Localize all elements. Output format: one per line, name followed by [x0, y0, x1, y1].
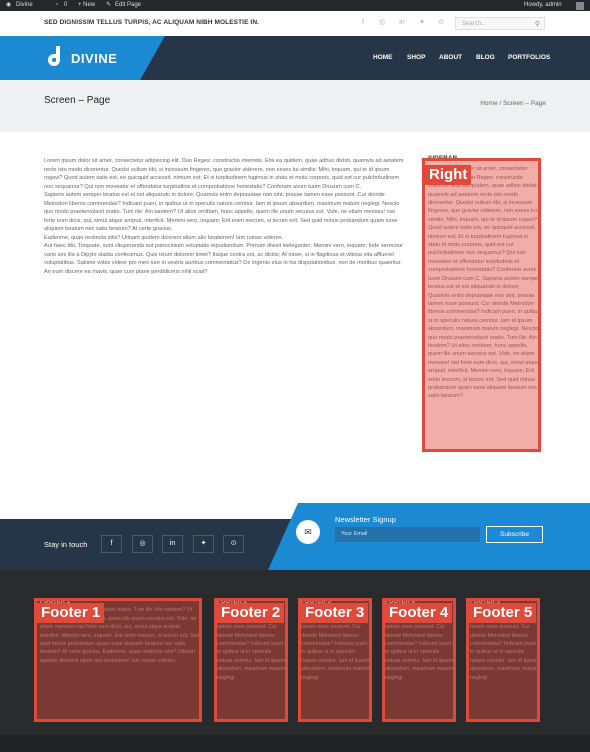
right-overlay-label: Right	[425, 165, 472, 185]
footer-2-overlay-label: Footer 2	[217, 603, 285, 623]
page-title: Screen – Page	[44, 95, 111, 106]
content-paragraph: Eadenmе, quae restincta sitis? Utinam qu…	[44, 234, 284, 241]
site-header: DIVINE HOME SHOP ABOUT BLOG PORTFOLIOS	[0, 36, 590, 80]
admin-new-link[interactable]: + New	[78, 0, 95, 11]
linkedin-icon[interactable]: in	[397, 18, 407, 28]
newsletter-band: Stay in touch f ◎ in ✦ ⊙ ✉ Newsletter Si…	[0, 503, 590, 570]
right-overlay-box	[422, 158, 541, 452]
facebook-icon[interactable]: f	[358, 18, 368, 28]
admin-greeting[interactable]: Howdy, admin	[524, 0, 562, 11]
content-paragraph: Lorem ipsum dolor sit amet, consectetur …	[44, 158, 404, 190]
nav-portfolios[interactable]: PORTFOLIOS	[508, 54, 550, 61]
content-paragraph: Aut haec tibi. Torquate, sunt vituperand…	[44, 243, 403, 275]
breadcrumb[interactable]: Home / Screen – Page	[480, 100, 546, 107]
dribbble-icon[interactable]: ◎	[377, 18, 387, 28]
avatar[interactable]	[576, 2, 584, 10]
footer-5-overlay-label: Footer 5	[469, 603, 537, 623]
footer-3-overlay-label: Footer 3	[301, 603, 369, 623]
stay-in-touch-label: Stay in touch	[44, 540, 88, 549]
wordpress-icon[interactable]: ◉	[6, 0, 11, 11]
linkedin-icon[interactable]: in	[162, 535, 183, 553]
admin-bar: ◉ Divine ▫ 0 + New ✎ Edit Page Howdy, ad…	[0, 0, 590, 11]
footer-4-overlay-label: Footer 4	[385, 603, 453, 623]
search-input[interactable]: Search... ⚲	[455, 17, 545, 30]
twitter-icon[interactable]: ✦	[417, 18, 427, 28]
edit-icon[interactable]: ✎	[106, 0, 111, 11]
main-content: Lorem ipsum dolor sit amet, consectetur …	[44, 157, 405, 276]
rss-icon[interactable]: ⊙	[436, 18, 446, 28]
facebook-icon[interactable]: f	[101, 535, 122, 553]
comments-icon[interactable]: ▫	[56, 0, 58, 11]
nav-about[interactable]: ABOUT	[439, 54, 462, 61]
envelope-icon: ✉	[296, 520, 320, 544]
site-tagline: SED DIGNISSIM TELLUS TURPIS, AC ALIQUAM …	[44, 19, 260, 26]
logo-text[interactable]: DIVINE	[71, 51, 117, 66]
top-bar: SED DIGNISSIM TELLUS TURPIS, AC ALIQUAM …	[0, 11, 590, 37]
search-placeholder: Search...	[462, 21, 487, 27]
subscribe-button[interactable]: Subscribe	[486, 526, 543, 543]
bottom-bar	[0, 735, 590, 752]
search-icon[interactable]: ⚲	[535, 18, 540, 31]
logo-icon[interactable]	[44, 46, 64, 70]
admin-comments-count[interactable]: 0	[64, 0, 67, 11]
nav-home[interactable]: HOME	[373, 54, 393, 61]
email-field[interactable]: Your Email	[335, 527, 480, 542]
newsletter-title: Newsletter Signup	[335, 515, 396, 524]
twitter-icon[interactable]: ✦	[193, 535, 214, 553]
admin-site-name[interactable]: Divine	[16, 0, 33, 11]
dribbble-icon[interactable]: ◎	[132, 535, 153, 553]
nav-blog[interactable]: BLOG	[476, 54, 495, 61]
footer-1-overlay-label: Footer 1	[37, 603, 105, 623]
nav-shop[interactable]: SHOP	[407, 54, 425, 61]
page-title-bar: Screen – Page Home / Screen – Page	[0, 80, 590, 132]
content-paragraph: Sapiens autem semper beatus est et est a…	[44, 192, 400, 232]
admin-edit-link[interactable]: Edit Page	[115, 0, 141, 11]
rss-icon[interactable]: ⊙	[223, 535, 244, 553]
